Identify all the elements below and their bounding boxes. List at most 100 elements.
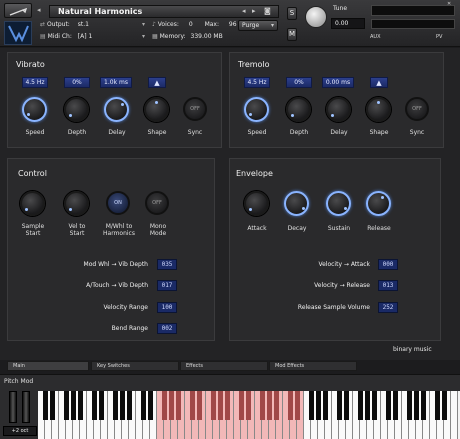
black-key[interactable] [316,391,321,420]
atouch-vib-depth-value[interactable]: 017 [157,280,177,291]
black-key[interactable] [358,391,363,420]
vibrato-speed-knob[interactable] [22,97,47,122]
tremolo-speed-knob[interactable] [244,97,269,122]
vibrato-delay-knob[interactable] [104,97,129,122]
black-key[interactable] [337,391,342,420]
solo-button[interactable]: S [287,7,297,20]
tremolo-delay-knob[interactable] [326,97,351,122]
black-key[interactable] [344,391,349,420]
vibrato-shape-up-button[interactable]: ▲ [148,77,166,88]
black-key[interactable] [442,391,447,420]
vibrato-depth-value[interactable]: 0% [64,77,90,88]
tremolo-speed-value[interactable]: 4.5 Hz [244,77,270,88]
vibrato-depth-knob[interactable] [64,97,89,122]
mwhl-harmonics-toggle[interactable]: ON [106,191,130,215]
release-sample-volume-value[interactable]: 252 [378,302,398,313]
octave-selector[interactable]: +2 oct [3,426,37,436]
sample-start-knob[interactable] [20,191,45,216]
black-key[interactable] [309,391,314,420]
purge-button[interactable]: Purge ▾ [238,20,278,31]
mono-mode-toggle[interactable]: OFF [145,191,169,215]
black-key[interactable] [407,391,412,420]
sustain-knob[interactable] [326,191,351,216]
black-key[interactable] [99,391,104,420]
tune-value[interactable]: 0.00 [331,18,365,29]
prev-instrument-icon[interactable]: ◂ [242,7,246,15]
black-key[interactable] [92,391,97,420]
black-key[interactable] [295,391,300,420]
black-key[interactable] [190,391,195,420]
tremolo-shape-knob[interactable] [366,97,391,122]
black-key[interactable] [239,391,244,420]
tremolo-delay-value[interactable]: 0.00 ms [322,77,354,88]
white-key[interactable] [451,391,458,439]
black-key[interactable] [127,391,132,420]
black-key[interactable] [78,391,83,420]
black-key[interactable] [246,391,251,420]
wrench-button[interactable] [4,3,32,18]
black-key[interactable] [113,391,118,420]
output-row[interactable]: ⇄ Output: st.1 ▾ [40,21,150,30]
black-key[interactable] [274,391,279,420]
max-value[interactable]: 96 [229,21,237,28]
attack-knob[interactable] [244,191,269,216]
black-key[interactable] [365,391,370,420]
black-key[interactable] [71,391,76,420]
tremolo-depth-knob[interactable] [286,97,311,122]
black-key[interactable] [162,391,167,420]
velocity-release-value[interactable]: 013 [378,280,398,291]
pv-label[interactable]: PV [436,34,442,40]
black-key[interactable] [43,391,48,420]
black-key[interactable] [197,391,202,420]
collapse-icon[interactable]: ◂ [37,6,45,16]
tremolo-shape-up-button[interactable]: ▲ [370,77,388,88]
velocity-attack-value[interactable]: 000 [378,259,398,270]
vibrato-delay-value[interactable]: 1.0k ms [100,77,132,88]
black-key[interactable] [120,391,125,420]
black-key[interactable] [267,391,272,420]
tab-effects[interactable]: Effects [180,361,268,371]
tune-knob[interactable] [305,6,327,28]
black-key[interactable] [141,391,146,420]
black-key[interactable] [393,391,398,420]
black-key[interactable] [323,391,328,420]
mod-wheel[interactable] [22,391,30,423]
instrument-name-field[interactable]: Natural Harmonics ◂ ▸ ◙ [49,5,279,18]
black-key[interactable] [288,391,293,420]
tremolo-depth-value[interactable]: 0% [286,77,312,88]
black-key[interactable] [148,391,153,420]
black-key[interactable] [176,391,181,420]
black-key[interactable] [64,391,69,420]
next-instrument-icon[interactable]: ▸ [252,7,256,15]
black-key[interactable] [421,391,426,420]
release-knob[interactable] [366,191,391,216]
black-key[interactable] [50,391,55,420]
black-key[interactable] [372,391,377,420]
black-key[interactable] [260,391,265,420]
midi-channel-row[interactable]: ▤ Midi Ch: [A] 1 ▾ [40,33,150,42]
pitch-wheel[interactable] [9,391,17,423]
black-key[interactable] [386,391,391,420]
tab-key-switches[interactable]: Key Switches [91,361,179,371]
black-key[interactable] [414,391,419,420]
tab-main[interactable]: Main [7,361,89,371]
black-key[interactable] [211,391,216,420]
tab-mod-effects[interactable]: Mod Effects [269,361,357,371]
bend-range-value[interactable]: 002 [157,323,177,334]
black-key[interactable] [435,391,440,420]
black-key[interactable] [169,391,174,420]
velocity-range-value[interactable]: 100 [157,302,177,313]
camera-icon[interactable]: ◙ [264,7,271,15]
black-key[interactable] [225,391,230,420]
mute-button[interactable]: M [287,28,297,41]
decay-knob[interactable] [284,191,309,216]
vel-to-start-knob[interactable] [64,191,89,216]
black-key[interactable] [218,391,223,420]
tremolo-sync-toggle[interactable]: OFF [405,97,429,121]
modwhl-vib-depth-value[interactable]: 035 [157,259,177,270]
aux-label[interactable]: AUX [370,34,381,40]
piano-keyboard[interactable] [38,391,460,439]
vibrato-shape-knob[interactable] [144,97,169,122]
vibrato-sync-toggle[interactable]: OFF [183,97,207,121]
vibrato-speed-value[interactable]: 4.5 Hz [22,77,48,88]
